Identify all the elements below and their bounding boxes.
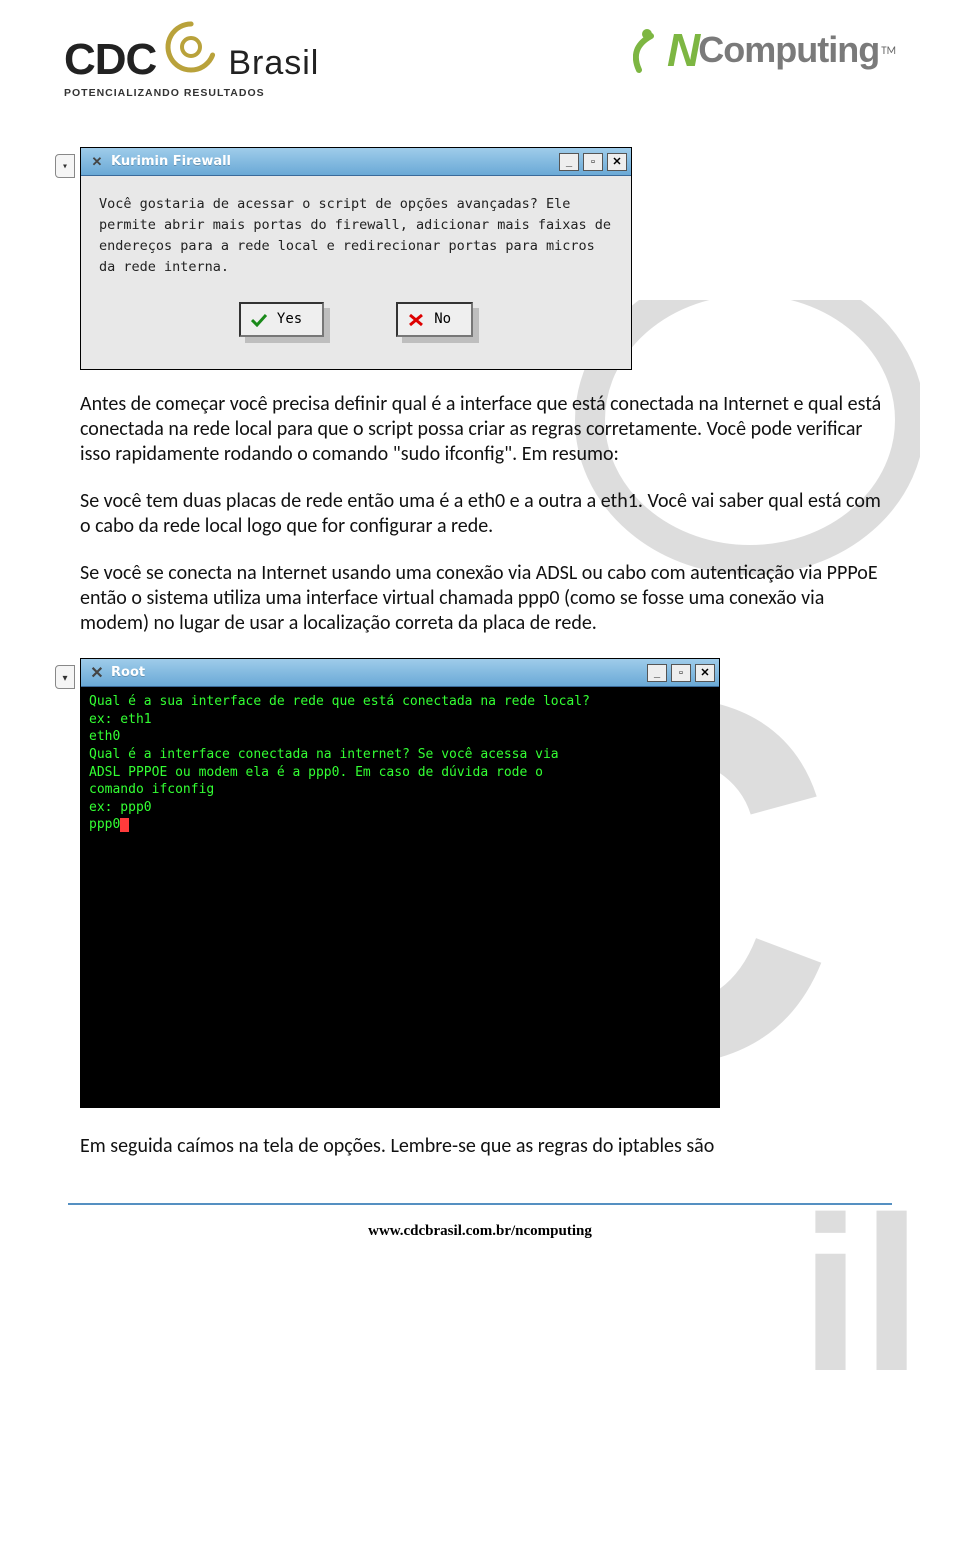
terminal-window-icon: ✕ [89, 665, 105, 681]
cdc-logo-tagline: POTENCIALIZANDO RESULTADOS [64, 87, 319, 99]
ncomputing-swoosh-icon [633, 26, 671, 74]
yes-button-label: Yes [277, 309, 302, 331]
terminal-close-button[interactable]: ✕ [695, 664, 715, 682]
dialog-titlebar[interactable]: ✕ Kurimin Firewall _ ▫ ✕ [81, 148, 631, 176]
page-header: CDC Brasil POTENCIALIZANDO RESULTADOS N … [0, 0, 960, 107]
close-button[interactable]: ✕ [607, 153, 627, 171]
terminal-body[interactable]: Qual é a sua interface de rede que está … [81, 687, 719, 1107]
dialog-body-text: Você gostaria de acessar o script de opç… [99, 194, 613, 278]
cdc-logo-brasil: Brasil [228, 44, 319, 83]
ncomputing-tm: TM [881, 44, 896, 57]
terminal-line: ADSL PPPOE ou modem ela é a ppp0. Em cas… [89, 765, 543, 780]
ncomputing-rest: Computing [698, 29, 879, 71]
paragraph-2: Se você tem duas placas de rede então um… [80, 489, 886, 539]
terminal-cursor [120, 818, 129, 832]
terminal-line: ex: ppp0 [89, 800, 152, 815]
terminal-maximize-button[interactable]: ▫ [671, 664, 691, 682]
no-button-label: No [434, 309, 451, 331]
terminal-line: ppp0 [89, 817, 120, 832]
dialog-window: ✕ Kurimin Firewall _ ▫ ✕ Você gostaria d… [80, 147, 632, 370]
footer-url: www.cdcbrasil.com.br/ncomputing [0, 1205, 960, 1240]
maximize-button[interactable]: ▫ [583, 153, 603, 171]
terminal-menu-tab[interactable] [55, 665, 75, 689]
terminal-line: eth0 [89, 729, 120, 744]
dialog-title: Kurimin Firewall [111, 154, 559, 169]
terminal-titlebar[interactable]: ✕ Root _ ▫ ✕ [81, 659, 719, 687]
ncomputing-n: N [667, 27, 700, 73]
yes-button[interactable]: Yes [239, 302, 324, 338]
terminal-title: Root [111, 665, 647, 680]
cdc-logo: CDC Brasil POTENCIALIZANDO RESULTADOS [64, 20, 319, 99]
window-menu-tab[interactable] [55, 154, 75, 178]
paragraph-4: Em seguida caímos na tela de opções. Lem… [80, 1134, 886, 1159]
ncomputing-logo: N Computing TM [633, 26, 896, 74]
paragraph-3: Se você se conecta na Internet usando um… [80, 561, 886, 636]
cdc-ring-icon [164, 20, 218, 74]
window-icon: ✕ [89, 154, 105, 170]
cross-icon [408, 313, 424, 327]
terminal-line: Qual é a sua interface de rede que está … [89, 694, 590, 709]
terminal-line: comando ifconfig [89, 782, 214, 797]
check-icon [251, 313, 267, 327]
paragraph-1: Antes de começar você precisa definir qu… [80, 392, 886, 467]
minimize-button[interactable]: _ [559, 153, 579, 171]
no-button[interactable]: No [396, 302, 473, 338]
terminal-line: Qual é a interface conectada na internet… [89, 747, 559, 762]
terminal-minimize-button[interactable]: _ [647, 664, 667, 682]
cdc-logo-text: CDC [64, 35, 156, 85]
terminal-window: ✕ Root _ ▫ ✕ Qual é a sua interface de r… [80, 658, 720, 1108]
terminal-line: ex: eth1 [89, 712, 152, 727]
